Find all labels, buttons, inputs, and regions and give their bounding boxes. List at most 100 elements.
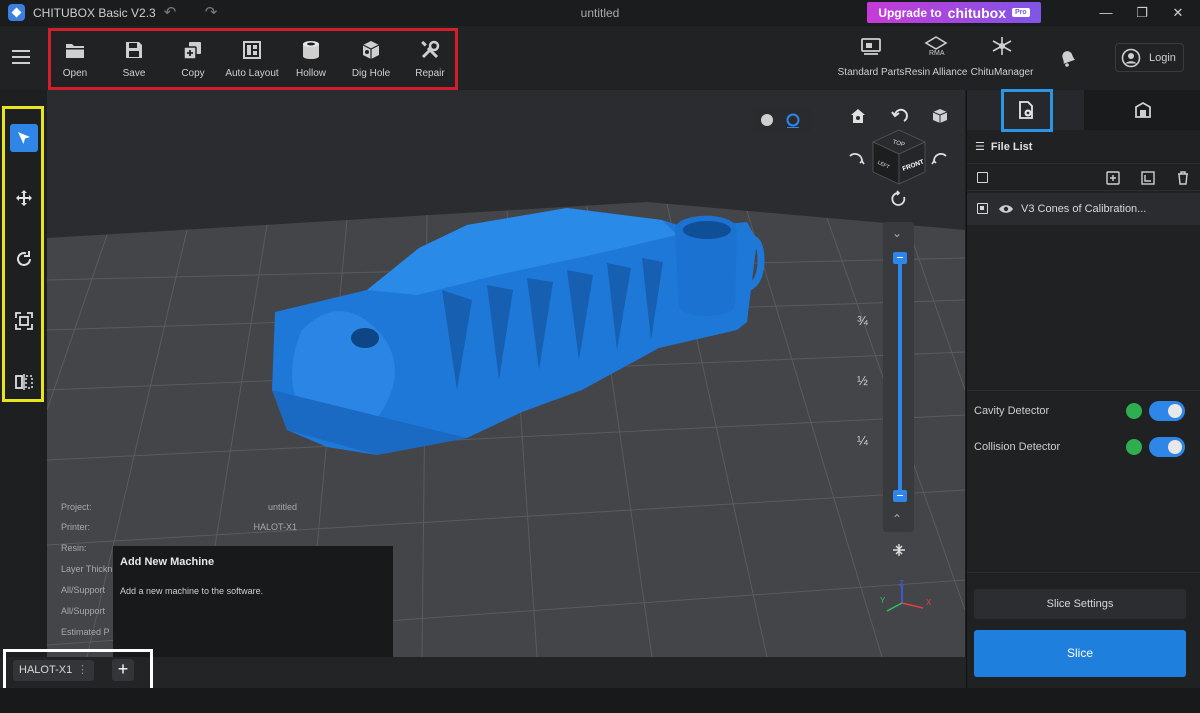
chevron-up-icon[interactable]: ⌄: [892, 226, 902, 240]
repair-button[interactable]: Repair: [400, 39, 460, 79]
file-tab-highlight: [1001, 89, 1053, 132]
mirror-icon: [15, 374, 33, 390]
chevron-down-icon[interactable]: ⌃: [892, 512, 902, 526]
file-list-header: ☰ File List: [975, 140, 1033, 154]
slider-top-handle[interactable]: [893, 252, 907, 264]
rotate-right-view-icon[interactable]: [931, 150, 949, 168]
copy-button[interactable]: Copy: [163, 39, 223, 79]
slider-quarter-label: ¼: [857, 433, 868, 448]
select-tool[interactable]: [10, 124, 38, 152]
wrench-icon: [400, 39, 460, 61]
collision-detector-row: Collision Detector: [974, 436, 1194, 460]
machine-tab-label: HALOT-X1: [19, 664, 73, 676]
perspective-cube-icon[interactable]: [931, 107, 949, 125]
add-file-icon[interactable]: [1106, 171, 1120, 185]
tooltip-body: Add a new machine to the software.: [120, 586, 264, 596]
select-cursor-icon: [18, 132, 30, 144]
trash-icon[interactable]: [1176, 171, 1190, 185]
printer-icon: [1135, 101, 1151, 118]
file-checkbox[interactable]: [977, 203, 988, 214]
hollow-label: Hollow: [295, 68, 326, 79]
login-button[interactable]: Login: [1115, 43, 1184, 72]
floppy-icon: [104, 39, 164, 61]
minimize-button[interactable]: —: [1092, 3, 1120, 23]
standard-parts-button[interactable]: Standard Parts: [836, 36, 906, 78]
panel-divider: [967, 572, 1200, 573]
resin-alliance-button[interactable]: RMA Resin Alliance: [901, 36, 971, 78]
render-mode-toggle[interactable]: [753, 108, 811, 132]
open-button[interactable]: Open: [45, 39, 105, 79]
eye-icon[interactable]: [998, 203, 1014, 215]
slice-settings-button[interactable]: Slice Settings: [974, 589, 1186, 619]
slider-bottom-handle[interactable]: [893, 490, 907, 502]
import-file-icon[interactable]: [1141, 171, 1155, 185]
close-button[interactable]: ✕: [1164, 3, 1192, 23]
scale-tool[interactable]: [12, 309, 36, 333]
upgrade-button[interactable]: Upgrade to chitubox Pro: [867, 2, 1041, 23]
xray-sphere-icon[interactable]: [785, 112, 801, 128]
user-avatar-icon: [1121, 48, 1141, 67]
save-button[interactable]: Save: [104, 39, 164, 79]
resin-alliance-icon: RMA: [924, 36, 948, 57]
add-machine-button[interactable]: +: [112, 659, 134, 681]
left-toolbar: [0, 90, 47, 688]
view-cube[interactable]: TOP LEFT FRONT: [869, 128, 929, 186]
standard-parts-icon: [861, 38, 881, 55]
standard-parts-label: Standard Parts: [837, 67, 905, 78]
file-tools-group: Open Save Copy Auto Layout Hollow Dig Ho…: [48, 28, 458, 90]
scale-icon: [15, 312, 33, 330]
file-list-title: File List: [990, 140, 1033, 153]
slider-three-quarter-label: ¾: [857, 313, 868, 328]
machine-tab-halot-x1[interactable]: HALOT-X1 ⋮: [13, 660, 94, 681]
rotate-tool[interactable]: [12, 247, 36, 271]
auto-layout-label: Auto Layout: [225, 68, 279, 79]
collapse-slider-icon[interactable]: [891, 542, 907, 558]
copy-icon: [163, 39, 223, 61]
home-view-icon[interactable]: [849, 107, 867, 125]
chitumanager-button[interactable]: ChituManager: [967, 36, 1037, 78]
hollow-button[interactable]: Hollow: [281, 39, 341, 79]
3d-viewport[interactable]: TOP LEFT FRONT ⌄ ¾ ½ ¼ ⌃ Z X Y Project: u…: [47, 90, 965, 657]
tab-machine-settings[interactable]: [1084, 90, 1200, 130]
auto-layout-button[interactable]: Auto Layout: [222, 39, 282, 79]
undo-view-icon[interactable]: [890, 107, 908, 125]
app-logo-icon: [8, 4, 25, 21]
cube-hole-icon: [341, 39, 401, 61]
chitumanager-label: ChituManager: [970, 67, 1034, 78]
solid-sphere-icon[interactable]: [759, 112, 775, 128]
select-all-checkbox[interactable]: [977, 172, 988, 183]
more-options-icon[interactable]: ⋮: [77, 660, 88, 681]
status-ok-icon: [1126, 439, 1142, 455]
copy-label: Copy: [181, 68, 205, 79]
collision-detector-toggle[interactable]: [1149, 437, 1185, 457]
mirror-tool[interactable]: [12, 370, 36, 394]
move-tool[interactable]: [12, 186, 36, 210]
repair-label: Repair: [415, 68, 445, 79]
slice-button[interactable]: Slice: [974, 630, 1186, 677]
maximize-button[interactable]: ❐: [1128, 3, 1156, 23]
pro-badge: Pro: [1012, 8, 1030, 17]
cavity-detector-toggle[interactable]: [1149, 401, 1185, 421]
cavity-detector-label: Cavity Detector: [974, 405, 1050, 417]
axis-x-label: X: [926, 598, 932, 607]
chitumanager-icon: [992, 37, 1012, 55]
panel-tabs: [967, 89, 1200, 132]
notification-bell-icon[interactable]: [1058, 48, 1078, 68]
rotate-down-view-icon[interactable]: [890, 190, 908, 208]
redo-icon[interactable]: ↷: [201, 3, 221, 23]
cavity-detector-row: Cavity Detector: [974, 400, 1194, 424]
layer-slider-fill: [898, 258, 902, 498]
main-toolbar: Open Save Copy Auto Layout Hollow Dig Ho…: [0, 26, 1200, 90]
layout-icon: [222, 39, 282, 61]
undo-icon[interactable]: ↶: [160, 3, 180, 23]
dig-hole-button[interactable]: Dig Hole: [341, 39, 401, 79]
collision-detector-label: Collision Detector: [974, 441, 1061, 453]
folder-icon: [45, 39, 105, 61]
app-title: CHITUBOX Basic V2.3: [33, 6, 156, 20]
info-row: Printer: HALOT-X1: [61, 522, 297, 532]
axis-gizmo: Z X Y: [880, 579, 932, 612]
file-list-item[interactable]: V3 Cones of Calibration...: [967, 193, 1200, 225]
rotate-left-view-icon[interactable]: [847, 150, 865, 168]
hamburger-menu-icon[interactable]: [10, 46, 32, 68]
axis-z-label: Z: [899, 579, 904, 588]
